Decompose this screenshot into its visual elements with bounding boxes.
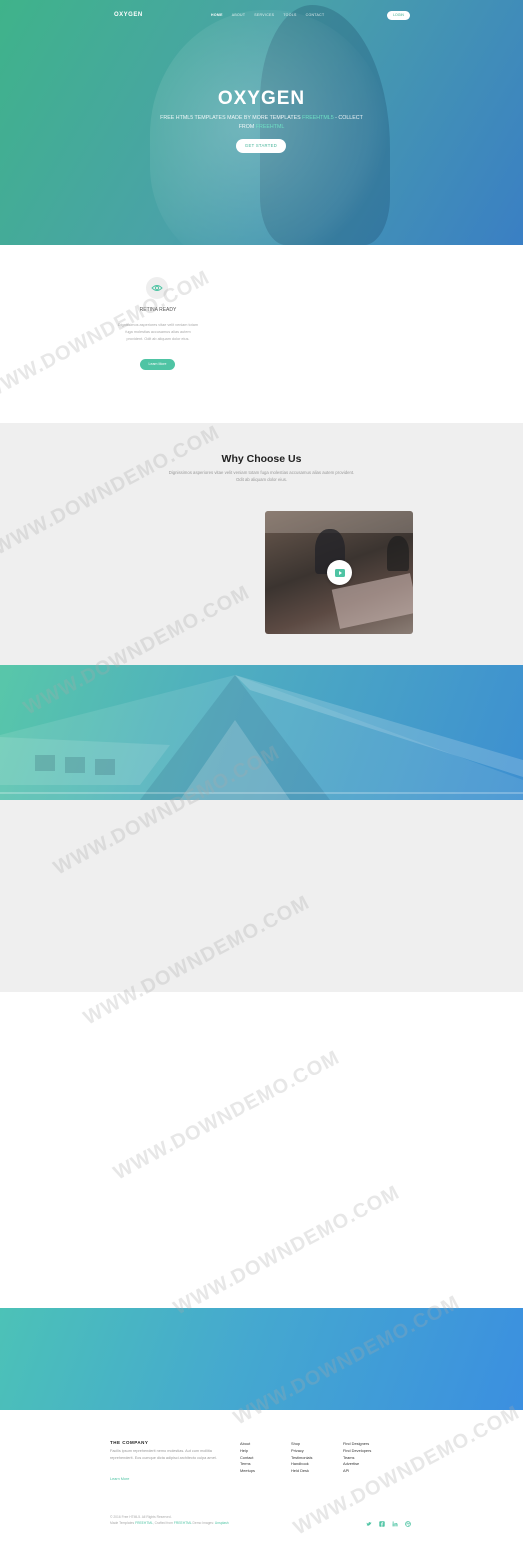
footer-link[interactable]: Find Developers (343, 1448, 371, 1454)
hero-subtitle-link[interactable]: FREEHTML5 (302, 115, 334, 121)
social-links (366, 1514, 411, 1527)
footer-links-column: Shop Privacy Testimonials Handbook Held … (291, 1441, 312, 1474)
footer-links-column: About Help Contact Terms Meetups (240, 1441, 255, 1474)
footer-link[interactable]: Contact (240, 1455, 255, 1461)
linkedin-icon[interactable] (392, 1514, 398, 1527)
footer-company-heading: THE COMPANY (110, 1440, 149, 1445)
footer-link[interactable]: Help (240, 1448, 255, 1454)
brand-logo[interactable]: OXYGEN (114, 12, 143, 18)
main-nav: HOME ABOUT SERVICES TOOLS CONTACT (211, 13, 324, 17)
footer-copyright: © 2016 Free HTML5. All Rights Reserved. … (110, 1515, 229, 1526)
gray-section (0, 800, 523, 992)
nav-item-about[interactable]: ABOUT (232, 13, 246, 17)
dribbble-icon[interactable] (405, 1514, 411, 1527)
nav-item-services[interactable]: SERVICES (254, 13, 274, 17)
footer-link[interactable]: Held Desk (291, 1468, 312, 1474)
nav-item-tools[interactable]: TOOLS (283, 13, 296, 17)
credits-text: Made Templates FREEHTML, Crafted from FR… (110, 1521, 229, 1527)
credits-suffix: Demo Images: (192, 1520, 214, 1525)
credits-mid: , Crafted from (152, 1520, 173, 1525)
footer-link[interactable]: Find Designers (343, 1441, 371, 1447)
hero-subtitle: FREE HTML5 TEMPLATES MADE BY MORE TEMPLA… (158, 114, 365, 132)
hero-subtitle-text: FREE HTML5 TEMPLATES MADE BY MORE TEMPLA… (160, 115, 301, 121)
footer-link[interactable]: API (343, 1468, 371, 1474)
footer-link[interactable]: Terms (240, 1461, 255, 1467)
twitter-icon[interactable] (366, 1514, 372, 1526)
footer-link[interactable]: Privacy (291, 1448, 312, 1454)
credits-link[interactable]: FREEHTML (135, 1521, 153, 1525)
nav-item-home[interactable]: HOME (211, 13, 223, 17)
video-scene-person (387, 536, 409, 571)
learn-more-button[interactable]: Learn More (140, 359, 175, 370)
footer-link[interactable]: About (240, 1441, 255, 1447)
login-button[interactable]: LOGIN (387, 11, 410, 20)
credits-link[interactable]: FREEHTML (174, 1521, 192, 1525)
footer-link[interactable]: Meetups (240, 1468, 255, 1474)
footer-learn-more-link[interactable]: Learn More (110, 1477, 129, 1481)
credits-link[interactable]: Unsplash (215, 1521, 229, 1525)
footer-link[interactable]: Handbook (291, 1461, 312, 1467)
footer-link[interactable]: Teams (343, 1455, 371, 1461)
play-icon[interactable] (327, 560, 352, 585)
why-text: Dignissimos asperiores vitae velit venia… (168, 470, 355, 482)
footer: THE COMPANY Facilis ipsum reprehenderit … (0, 1410, 523, 1563)
footer-link[interactable]: Testimonials (291, 1455, 312, 1461)
facebook-icon[interactable] (379, 1514, 385, 1527)
video-scene-ceiling (265, 511, 413, 533)
hero-section: OXYGEN HOME ABOUT SERVICES TOOLS CONTACT… (0, 0, 523, 245)
nav-item-contact[interactable]: CONTACT (306, 13, 325, 17)
footer-links-column: Find Designers Find Developers Teams Adv… (343, 1441, 371, 1474)
hero-subtitle-link[interactable]: FREEHTML (256, 124, 285, 130)
hero-title: OXYGEN (217, 88, 306, 109)
footer-link[interactable]: Shop (291, 1441, 312, 1447)
get-started-button[interactable]: GET STARTED (236, 139, 286, 153)
footer-company-text: Facilis ipsum reprehenderit nemo molesti… (110, 1449, 217, 1460)
why-section: Why Choose Us Dignissimos asperiores vit… (0, 423, 523, 665)
footer-link[interactable]: Advertise (343, 1461, 371, 1467)
why-title: Why Choose Us (221, 453, 302, 465)
credits-prefix: Made Templates (110, 1520, 135, 1525)
